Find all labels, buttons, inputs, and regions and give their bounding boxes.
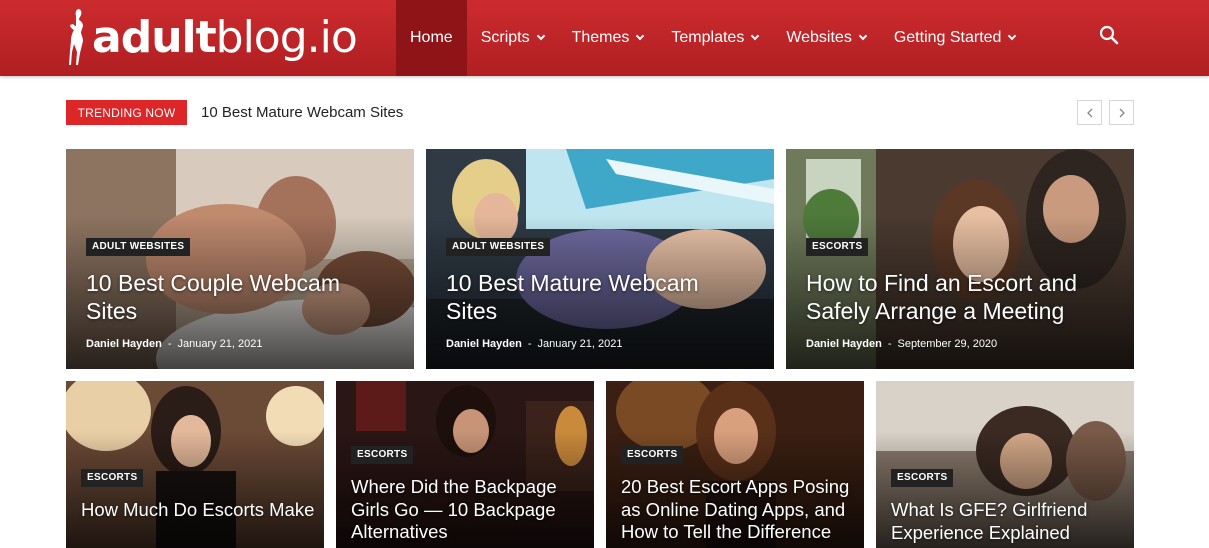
meta-separator: -: [167, 338, 172, 350]
category-badge[interactable]: ESCORTS: [81, 469, 144, 487]
site-logo[interactable]: adultblog.io: [64, 4, 384, 72]
article-title[interactable]: How Much Do Escorts Make: [81, 499, 321, 522]
article-date: January 21, 2021: [177, 338, 263, 350]
category-badge[interactable]: ADULT WEBSITES: [446, 238, 551, 256]
chevron-down-icon: [858, 31, 868, 41]
logo-bold-text: adult: [92, 12, 217, 63]
article-title[interactable]: 10 Best Mature Webcam Sites: [446, 269, 746, 325]
nav-websites-label: Websites: [786, 29, 852, 46]
chevron-down-icon: [1008, 31, 1017, 41]
site-header: adultblog.io Home Scripts Themes Templat…: [0, 0, 1209, 76]
main-nav: Home Scripts Themes Templates Websites G…: [396, 0, 1029, 76]
chevron-left-icon: [1086, 108, 1092, 117]
category-badge[interactable]: ESCORTS: [621, 446, 684, 464]
featured-card[interactable]: ADULT WEBSITES 10 Best Couple Webcam Sit…: [66, 149, 414, 369]
nav-websites[interactable]: Websites: [772, 0, 880, 76]
article-author[interactable]: Daniel Hayden: [806, 338, 882, 350]
woman-silhouette-icon: [69, 9, 83, 65]
article-card[interactable]: ESCORTS 20 Best Escort Apps Posing as On…: [606, 381, 864, 548]
article-date: January 21, 2021: [537, 338, 623, 350]
trending-now-badge: TRENDING NOW: [66, 100, 187, 125]
article-card[interactable]: ESCORTS How Much Do Escorts Make: [66, 381, 324, 548]
category-badge[interactable]: ESCORTS: [806, 238, 869, 256]
trending-prev-button[interactable]: [1077, 100, 1102, 125]
article-card[interactable]: ESCORTS Where Did the Backpage Girls Go …: [336, 381, 594, 548]
article-title[interactable]: Where Did the Backpage Girls Go — 10 Bac…: [351, 476, 591, 544]
nav-templates-label: Templates: [671, 29, 745, 46]
nav-themes-label: Themes: [571, 29, 630, 46]
search-icon[interactable]: [1096, 22, 1122, 48]
nav-home-label: Home: [410, 29, 453, 46]
article-title[interactable]: 10 Best Couple Webcam Sites: [86, 269, 386, 325]
category-badge[interactable]: ESCORTS: [351, 446, 414, 464]
article-title[interactable]: What Is GFE? Girlfriend Experience Expla…: [891, 499, 1131, 544]
category-badge[interactable]: ESCORTS: [891, 469, 954, 487]
article-meta: Daniel Hayden - September 29, 2020: [806, 338, 997, 350]
trending-headline-link[interactable]: 10 Best Mature Webcam Sites: [201, 104, 403, 121]
nav-templates[interactable]: Templates: [657, 0, 772, 76]
nav-themes[interactable]: Themes: [558, 0, 658, 76]
featured-card[interactable]: ESCORTS How to Find an Escort and Safely…: [786, 149, 1134, 369]
article-author[interactable]: Daniel Hayden: [86, 338, 162, 350]
article-date: September 29, 2020: [897, 338, 998, 350]
article-meta: Daniel Hayden - January 21, 2021: [86, 338, 263, 350]
nav-getting-started-label: Getting Started: [893, 29, 1002, 46]
chevron-down-icon: [751, 31, 760, 41]
logo-light-text: blog.io: [215, 12, 358, 63]
meta-separator: -: [527, 338, 532, 350]
category-badge[interactable]: ADULT WEBSITES: [86, 238, 191, 256]
article-meta: Daniel Hayden - January 21, 2021: [446, 338, 623, 350]
image-overlay: [66, 431, 324, 548]
chevron-right-icon: [1119, 108, 1125, 117]
article-author[interactable]: Daniel Hayden: [446, 338, 522, 350]
article-title[interactable]: How to Find an Escort and Safely Arrange…: [806, 269, 1106, 325]
nav-getting-started[interactable]: Getting Started: [880, 0, 1030, 76]
chevron-down-icon: [636, 31, 645, 41]
article-card[interactable]: ESCORTS What Is GFE? Girlfriend Experien…: [876, 381, 1134, 548]
article-title[interactable]: 20 Best Escort Apps Posing as Online Dat…: [621, 476, 861, 544]
nav-scripts[interactable]: Scripts: [467, 0, 558, 76]
featured-card[interactable]: ADULT WEBSITES 10 Best Mature Webcam Sit…: [426, 149, 774, 369]
nav-scripts-label: Scripts: [480, 29, 530, 46]
chevron-down-icon: [536, 31, 545, 41]
nav-home[interactable]: Home: [396, 0, 467, 76]
meta-separator: -: [887, 338, 892, 350]
trending-next-button[interactable]: [1109, 100, 1134, 125]
